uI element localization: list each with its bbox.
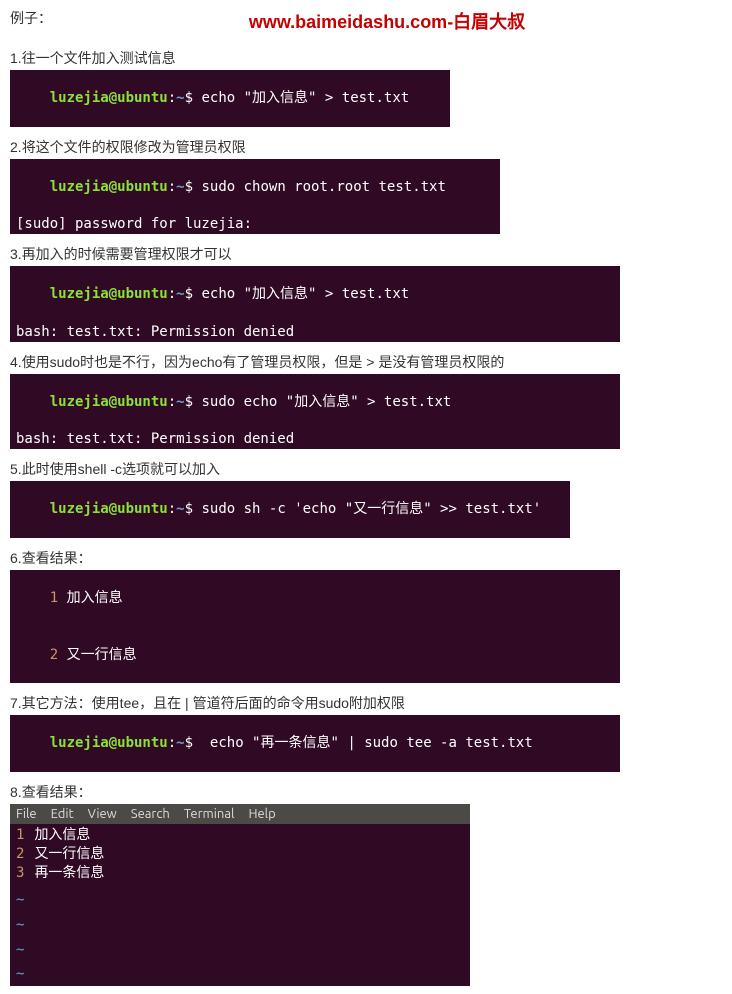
step-8: 8.查看结果： bbox=[10, 782, 722, 802]
step-1: 1.往一个文件加入测试信息 bbox=[10, 48, 722, 68]
prompt-path: ~ bbox=[176, 90, 184, 106]
terminal-block-7: luzejia@ubuntu:~$ echo "再一条信息" | sudo te… bbox=[10, 715, 620, 772]
menu-edit[interactable]: Edit bbox=[51, 807, 74, 821]
step-num: 6 bbox=[10, 550, 18, 566]
vim-tilde: ~ bbox=[16, 965, 464, 984]
watermark: www.baimeidashu.com-白眉大叔 bbox=[52, 8, 722, 34]
step-num: 1 bbox=[10, 50, 18, 66]
step-text: 查看结果： bbox=[22, 550, 92, 566]
prompt-path: ~ bbox=[176, 286, 184, 302]
command-text: sudo chown root.root test.txt bbox=[201, 179, 445, 195]
command-text: sudo sh -c 'echo "又一行信息" >> test.txt' bbox=[201, 501, 541, 517]
step-text: 此时使用shell -c选项就可以加入 bbox=[22, 461, 220, 477]
step-text: 使用sudo时也是不行，因为echo有了管理员权限，但是 > 是没有管理员权限的 bbox=[22, 354, 505, 370]
prompt-user: luzejia@ubuntu bbox=[50, 394, 168, 410]
terminal-block-6: 1 加入信息 2 又一行信息 bbox=[10, 570, 620, 683]
vim-tilde: ~ bbox=[16, 916, 464, 935]
output-text: bash: test.txt: Permission denied bbox=[16, 430, 614, 449]
step-4: 4.使用sudo时也是不行，因为echo有了管理员权限，但是 > 是没有管理员权… bbox=[10, 352, 722, 372]
step-2: 2.将这个文件的权限修改为管理员权限 bbox=[10, 137, 722, 157]
step-num: 4 bbox=[10, 354, 18, 370]
prompt-path: ~ bbox=[176, 394, 184, 410]
prompt-symbol: $ bbox=[185, 501, 193, 517]
prompt-user: luzejia@ubuntu bbox=[50, 735, 168, 751]
line-text: 加入信息 bbox=[34, 826, 90, 845]
line-text: 加入信息 bbox=[67, 590, 123, 606]
step-text: 往一个文件加入测试信息 bbox=[22, 50, 176, 66]
output-text: [sudo] password for luzejia: bbox=[16, 215, 494, 234]
step-6: 6.查看结果： bbox=[10, 548, 722, 568]
step-text: 其它方法：使用tee，且在 | 管道符后面的命令用sudo附加权限 bbox=[22, 695, 405, 711]
step-num: 8 bbox=[10, 784, 18, 800]
step-7: 7.其它方法：使用tee，且在 | 管道符后面的命令用sudo附加权限 bbox=[10, 693, 722, 713]
prompt-symbol: $ bbox=[185, 394, 193, 410]
editor-menu-bar: File Edit View Search Terminal Help bbox=[10, 804, 470, 824]
prompt-path: ~ bbox=[176, 735, 184, 751]
vim-tilde: ~ bbox=[16, 941, 464, 960]
line-number: 2 bbox=[50, 647, 58, 663]
step-text: 再加入的时候需要管理权限才可以 bbox=[22, 246, 232, 262]
step-text: 查看结果： bbox=[22, 784, 92, 800]
prompt-symbol: $ bbox=[185, 286, 193, 302]
line-text: 又一行信息 bbox=[67, 647, 137, 663]
line-number: 3 bbox=[16, 864, 24, 883]
line-number: 1 bbox=[16, 826, 24, 845]
command-text: echo "加入信息" > test.txt bbox=[201, 286, 409, 302]
terminal-block-4: luzejia@ubuntu:~$ sudo echo "加入信息" > tes… bbox=[10, 374, 620, 450]
menu-terminal[interactable]: Terminal bbox=[184, 807, 235, 821]
terminal-block-5: luzejia@ubuntu:~$ sudo sh -c 'echo "又一行信… bbox=[10, 481, 570, 538]
menu-view[interactable]: View bbox=[88, 807, 117, 821]
line-number: 1 bbox=[50, 590, 58, 606]
line-text: 又一行信息 bbox=[34, 845, 104, 864]
prompt-path: ~ bbox=[176, 501, 184, 517]
line-text: 再一条信息 bbox=[34, 864, 104, 883]
prompt-symbol: $ bbox=[185, 735, 193, 751]
step-num: 7 bbox=[10, 695, 18, 711]
menu-help[interactable]: Help bbox=[248, 807, 275, 821]
prompt-user: luzejia@ubuntu bbox=[50, 501, 168, 517]
terminal-block-3: luzejia@ubuntu:~$ echo "加入信息" > test.txt… bbox=[10, 266, 620, 342]
line-number: 2 bbox=[16, 845, 24, 864]
step-3: 3.再加入的时候需要管理权限才可以 bbox=[10, 244, 722, 264]
prompt-symbol: $ bbox=[185, 179, 193, 195]
prompt-user: luzejia@ubuntu bbox=[50, 90, 168, 106]
command-text: sudo echo "加入信息" > test.txt bbox=[201, 394, 451, 410]
vim-tilde: ~ bbox=[16, 891, 464, 910]
prompt-path: ~ bbox=[176, 179, 184, 195]
prompt-user: luzejia@ubuntu bbox=[50, 286, 168, 302]
step-text: 将这个文件的权限修改为管理员权限 bbox=[22, 139, 246, 155]
menu-search[interactable]: Search bbox=[131, 807, 170, 821]
step-num: 3 bbox=[10, 246, 18, 262]
terminal-block-2: luzejia@ubuntu:~$ sudo chown root.root t… bbox=[10, 159, 500, 235]
terminal-block-8: File Edit View Search Terminal Help 1 加入… bbox=[10, 804, 470, 986]
example-label: 例子： bbox=[10, 8, 52, 28]
prompt-symbol: $ bbox=[185, 90, 193, 106]
output-text: bash: test.txt: Permission denied bbox=[16, 323, 614, 342]
terminal-block-1: luzejia@ubuntu:~$ echo "加入信息" > test.txt bbox=[10, 70, 450, 127]
command-text: echo "加入信息" > test.txt bbox=[201, 90, 409, 106]
command-text: echo "再一条信息" | sudo tee -a test.txt bbox=[201, 735, 532, 751]
step-num: 5 bbox=[10, 461, 18, 477]
step-5: 5.此时使用shell -c选项就可以加入 bbox=[10, 459, 722, 479]
step-num: 2 bbox=[10, 139, 18, 155]
prompt-user: luzejia@ubuntu bbox=[50, 179, 168, 195]
menu-file[interactable]: File bbox=[16, 807, 37, 821]
